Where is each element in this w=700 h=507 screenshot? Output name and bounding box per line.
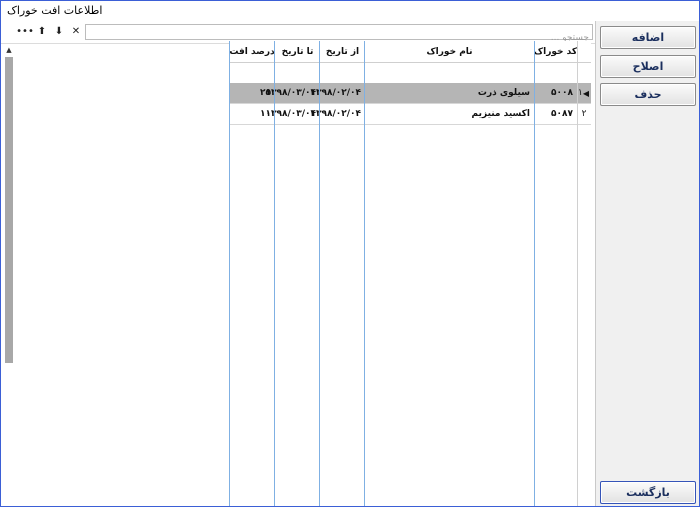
cell-name: سیلوی ذرت — [477, 88, 530, 98]
cell-from-date: ۱۳۹۸/۰۲/۰۴ — [310, 109, 361, 119]
cell-code: ۵۰۰۸ — [551, 88, 573, 98]
column-divider — [534, 41, 535, 506]
window-title: اطلاعات افت خوراک — [7, 4, 103, 17]
column-header-code[interactable]: کد خوراک — [534, 41, 577, 62]
row-divider — [229, 124, 591, 125]
more-options-icon[interactable]: ••• — [16, 24, 34, 38]
title-bar: اطلاعات افت خوراک — [1, 1, 699, 21]
column-divider — [319, 41, 320, 506]
feed-loss-window: اطلاعات افت خوراک ✕ ⬇ ⬆ ••• ▲ ▼ کد خوراک… — [0, 0, 700, 507]
column-header-to-date[interactable]: تا تاریخ — [275, 41, 320, 62]
grid-panel: ✕ ⬇ ⬆ ••• ▲ ▼ کد خوراک نام خوراک از تاری… — [1, 21, 595, 506]
delete-button[interactable]: حذف — [600, 83, 696, 106]
row-divider — [229, 103, 591, 104]
cell-loss-percent: ۲۵ — [260, 88, 271, 98]
cell-name: اکسید منیزیم — [471, 109, 530, 119]
column-header-from-date[interactable]: از تاریخ — [320, 41, 365, 62]
scroll-up-icon[interactable]: ▲ — [4, 45, 14, 55]
search-box — [85, 24, 593, 45]
cell-from-date: ۱۳۹۸/۰۲/۰۴ — [310, 88, 361, 98]
add-button[interactable]: اضافه — [600, 26, 696, 49]
scroll-thumb[interactable] — [5, 57, 13, 363]
table-row[interactable]: ۲ ۵۰۸۷ اکسید منیزیم ۱۳۹۸/۰۲/۰۴ ۱۳۹۸/۰۳/۰… — [229, 104, 591, 124]
column-divider — [229, 41, 230, 506]
row-indicator: ۲ — [581, 109, 587, 119]
column-divider — [364, 41, 365, 506]
row-indicator: ۱ ◀ — [578, 88, 589, 98]
table-header: کد خوراک نام خوراک از تاریخ تا تاریخ درص… — [229, 41, 591, 63]
column-header-name[interactable]: نام خوراک — [365, 41, 534, 62]
arrow-down-icon[interactable]: ⬇ — [52, 24, 66, 38]
feed-loss-table: کد خوراک نام خوراک از تاریخ تا تاریخ درص… — [229, 41, 591, 506]
cell-to-date: ۱۳۹۸/۰۳/۰۴ — [265, 88, 316, 98]
column-header-loss-percent[interactable]: درصد افت — [229, 41, 275, 62]
clear-icon[interactable]: ✕ — [69, 24, 83, 38]
current-row-arrow-icon: ◀ — [582, 88, 589, 98]
edit-button[interactable]: اصلاح — [600, 55, 696, 78]
cell-loss-percent: ۱۰ — [260, 109, 271, 119]
vertical-scrollbar[interactable]: ▲ ▼ — [4, 45, 14, 506]
cell-to-date: ۱۳۹۸/۰۳/۰۴ — [265, 109, 316, 119]
actions-panel: اضافه اصلاح حذف بازگشت — [595, 21, 699, 506]
column-divider — [274, 41, 275, 506]
cell-code: ۵۰۸۷ — [551, 109, 573, 119]
table-row[interactable]: ۱ ◀ ۵۰۰۸ سیلوی ذرت ۱۳۹۸/۰۲/۰۴ ۱۳۹۸/۰۳/۰۴ … — [229, 83, 591, 103]
arrow-up-icon[interactable]: ⬆ — [35, 24, 49, 38]
column-divider — [577, 41, 578, 506]
back-button[interactable]: بازگشت — [600, 481, 696, 504]
